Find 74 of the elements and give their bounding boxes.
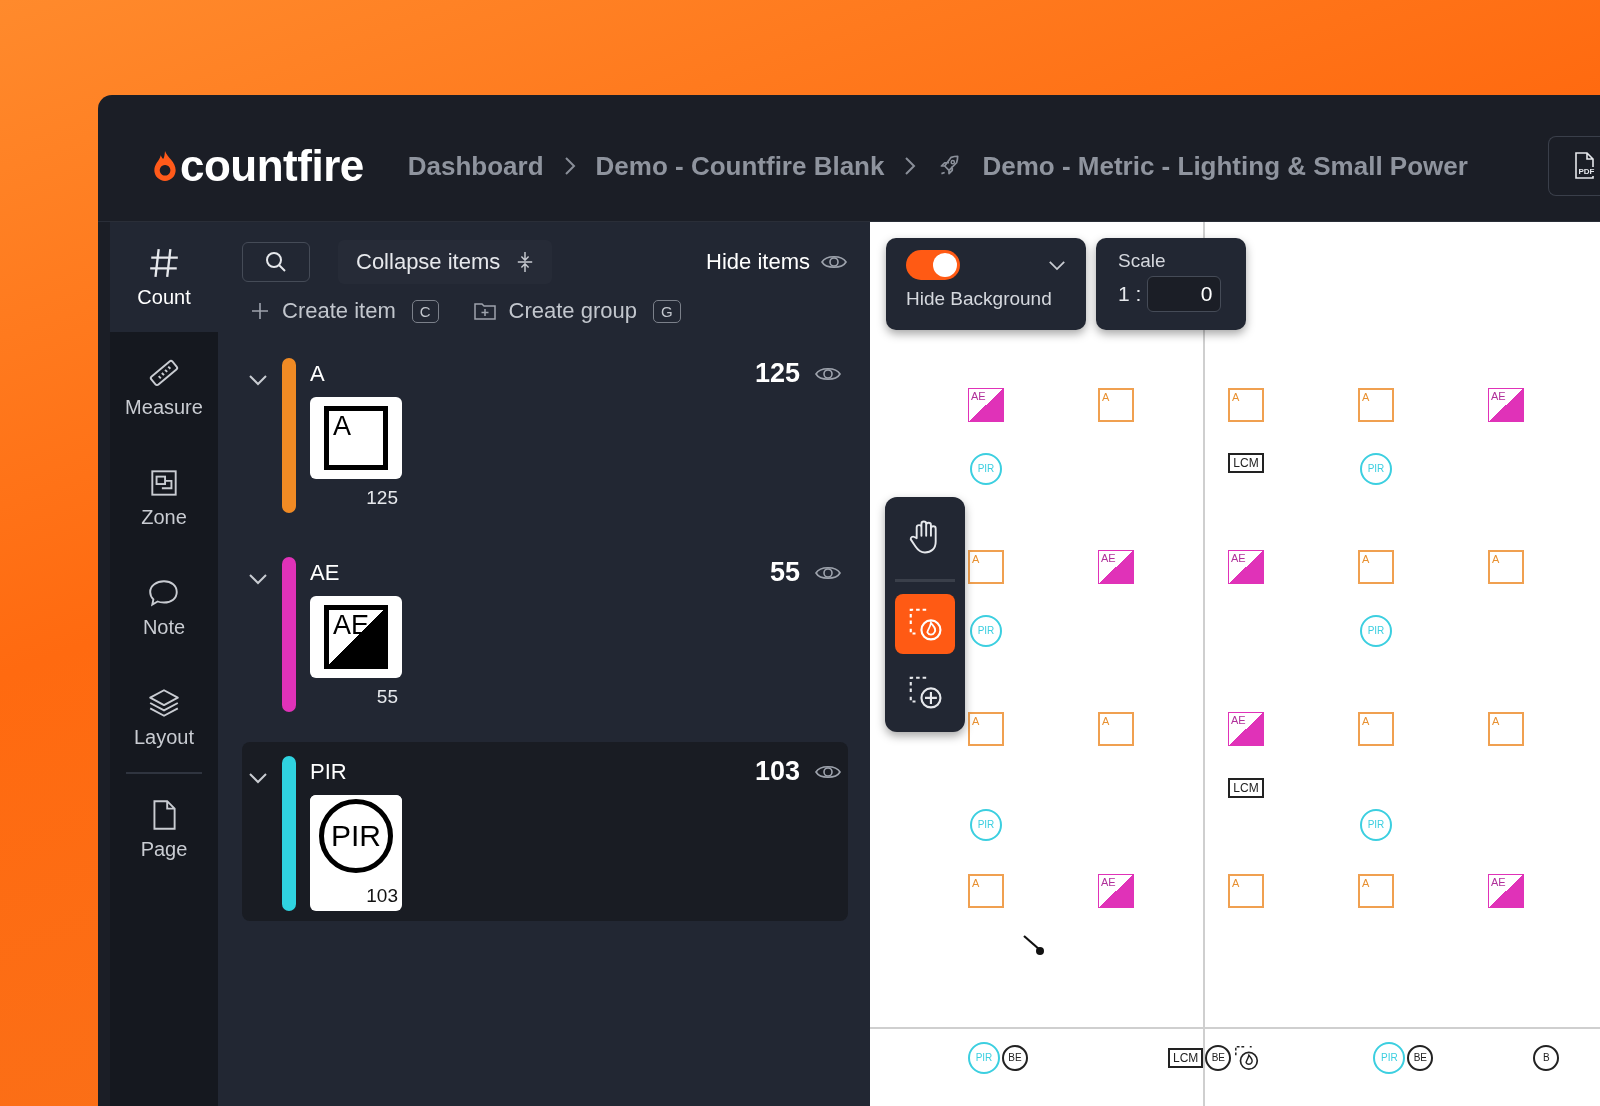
hide-items-button[interactable]: Hide items: [706, 249, 848, 275]
create-group-button[interactable]: Create group G: [472, 298, 681, 324]
symbol-thumbnail[interactable]: PIR 103: [310, 795, 402, 911]
cursor-icon: [1022, 934, 1046, 958]
pdf-button[interactable]: PDF: [1548, 136, 1600, 196]
group-count: 55: [769, 557, 800, 588]
count-marker: A: [1358, 712, 1394, 746]
toggle-label: Hide Background: [906, 288, 1053, 310]
chevron-down-icon[interactable]: [1048, 259, 1066, 271]
count-marker: PIR: [968, 1042, 1000, 1074]
scale-prefix: 1 :: [1118, 282, 1142, 306]
count-marker: A: [1358, 550, 1394, 584]
count-marker: PIR: [970, 615, 1002, 647]
chevron-right-icon: [904, 156, 917, 176]
collapse-items-button[interactable]: Collapse items: [338, 240, 553, 284]
chevron-icon[interactable]: [248, 573, 268, 585]
count-marker: A: [1228, 388, 1264, 422]
folder-plus-icon: [472, 301, 497, 321]
chevron-icon[interactable]: [248, 374, 268, 386]
count-marker: AE: [1098, 550, 1134, 584]
breadcrumb-link[interactable]: Demo - Metric - Lighting & Small Power: [982, 150, 1468, 182]
count-marker: PIR: [1373, 1042, 1406, 1074]
group-count: 125: [754, 358, 800, 389]
count-marker: A: [1228, 874, 1264, 908]
count-marker: A: [968, 712, 1004, 746]
group-count: 103: [754, 756, 800, 787]
search-icon: [264, 250, 288, 274]
count-marker: BE: [1002, 1045, 1028, 1071]
count-marker: BE: [1407, 1045, 1434, 1071]
count-marker: A: [1098, 388, 1134, 422]
breadcrumb-link[interactable]: Dashboard: [407, 150, 544, 182]
count-marker: LCM: [1228, 778, 1264, 798]
count-marker: A: [1358, 388, 1394, 422]
count-marker: A: [1358, 874, 1394, 908]
count-marker: AE: [1098, 874, 1134, 908]
count-marker: AE: [1228, 550, 1264, 584]
flame-icon: [152, 150, 178, 182]
toggle-switch[interactable]: [906, 250, 960, 280]
logo-wordmark: countfire: [180, 141, 364, 191]
group-name: AE: [310, 559, 341, 586]
chevron-icon[interactable]: [248, 772, 268, 784]
scale-label: Scale: [1118, 250, 1167, 272]
create-item-button[interactable]: Create item C: [250, 298, 439, 324]
breadcrumb-link[interactable]: Demo - Countfire Blank: [595, 150, 885, 182]
count-marker: PIR: [1360, 615, 1392, 647]
count-marker: B: [1533, 1045, 1560, 1071]
count-marker: PIR: [1360, 809, 1392, 841]
count-group[interactable]: A 125 A 125: [242, 344, 848, 523]
count-marker: AE: [1488, 388, 1524, 422]
count-marker: LCM: [1168, 1048, 1204, 1068]
rail-tab[interactable]: Count: [110, 222, 218, 332]
group-name: A: [310, 360, 326, 387]
scale-input[interactable]: 0: [1147, 276, 1222, 312]
count-marker: A: [1488, 712, 1524, 746]
count-marker: A: [1488, 550, 1524, 584]
file-icon: [1572, 152, 1595, 180]
count-marker: PIR: [970, 809, 1002, 841]
count-marker: A: [968, 550, 1004, 584]
count-marker: PIR: [970, 453, 1002, 485]
group-name: PIR: [310, 758, 348, 785]
chevron-right-icon: [563, 156, 576, 176]
count-marker: A: [968, 874, 1004, 908]
count-marker: BE: [1205, 1045, 1232, 1071]
collapse-icon: [516, 251, 535, 273]
count-group[interactable]: PIR 103 PIR 103: [242, 742, 848, 921]
pdf-label: PDF: [1577, 167, 1596, 176]
count-marker: AE: [1488, 874, 1524, 908]
count-marker: LCM: [1228, 453, 1264, 473]
plus-icon: [250, 301, 270, 321]
search-button[interactable]: [242, 242, 310, 282]
count-marker: PIR: [1360, 453, 1392, 485]
count-marker: A: [1098, 712, 1134, 746]
count-marker: AE: [968, 388, 1004, 422]
count-marker: AE: [1228, 712, 1264, 746]
